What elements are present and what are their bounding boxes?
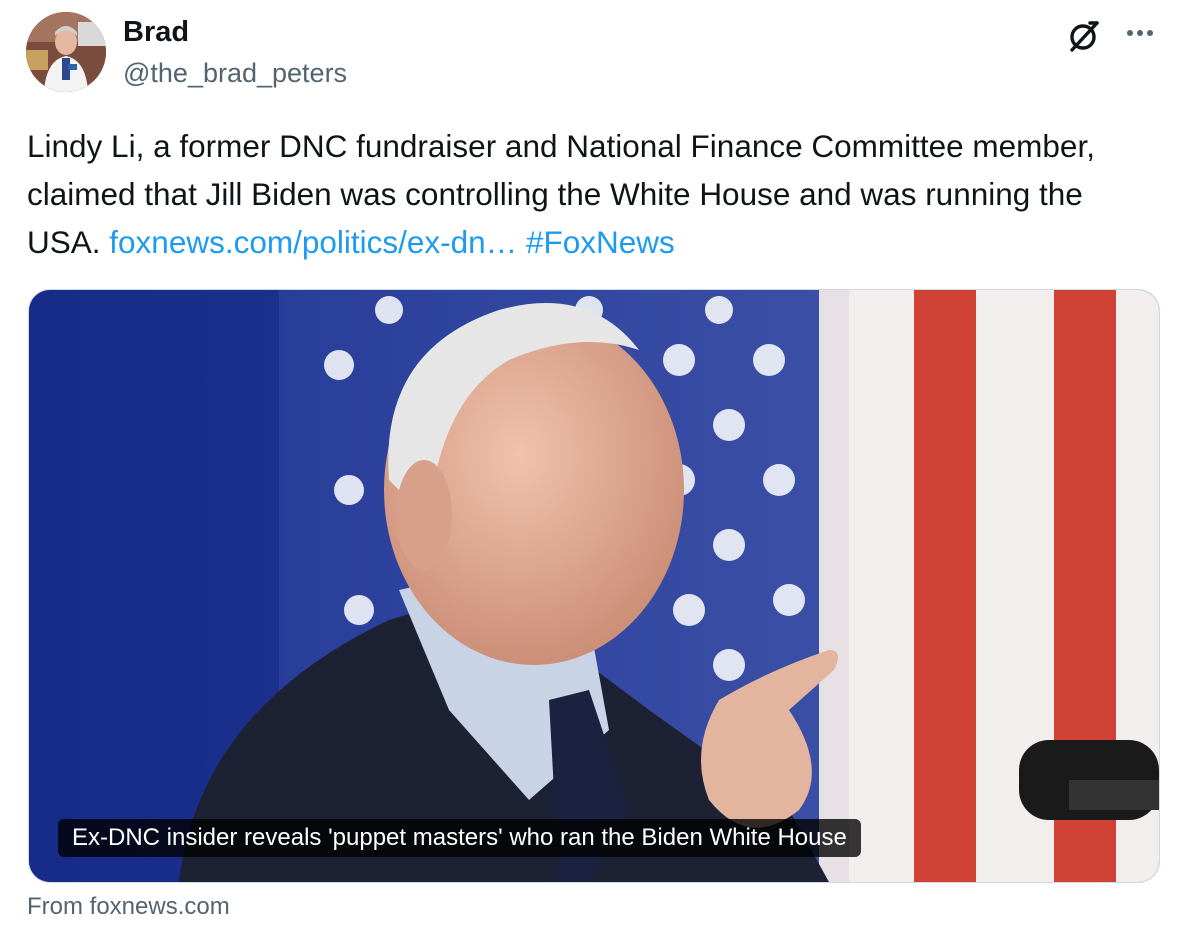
tweet[interactable]: Brad @the_brad_peters Lindy Li, a former… <box>0 0 1190 946</box>
tweet-link[interactable]: foxnews.com/politics/ex-dn… <box>109 224 517 260</box>
avatar-image <box>26 12 106 92</box>
author-handle[interactable]: @the_brad_peters <box>123 56 347 90</box>
link-card[interactable]: Ex-DNC insider reveals 'puppet masters' … <box>28 289 1160 883</box>
card-image <box>29 290 1159 882</box>
author-avatar[interactable] <box>26 12 106 92</box>
hashtag-link[interactable]: #FoxNews <box>526 224 675 260</box>
more-options-icon[interactable] <box>1122 18 1158 48</box>
tweet-text: Lindy Li, a former DNC fundraiser and Na… <box>27 122 1157 266</box>
author-display-name[interactable]: Brad <box>123 14 189 50</box>
grok-icon[interactable] <box>1066 18 1102 54</box>
card-headline: Ex-DNC insider reveals 'puppet masters' … <box>58 819 861 857</box>
card-source[interactable]: From foxnews.com <box>27 890 230 924</box>
